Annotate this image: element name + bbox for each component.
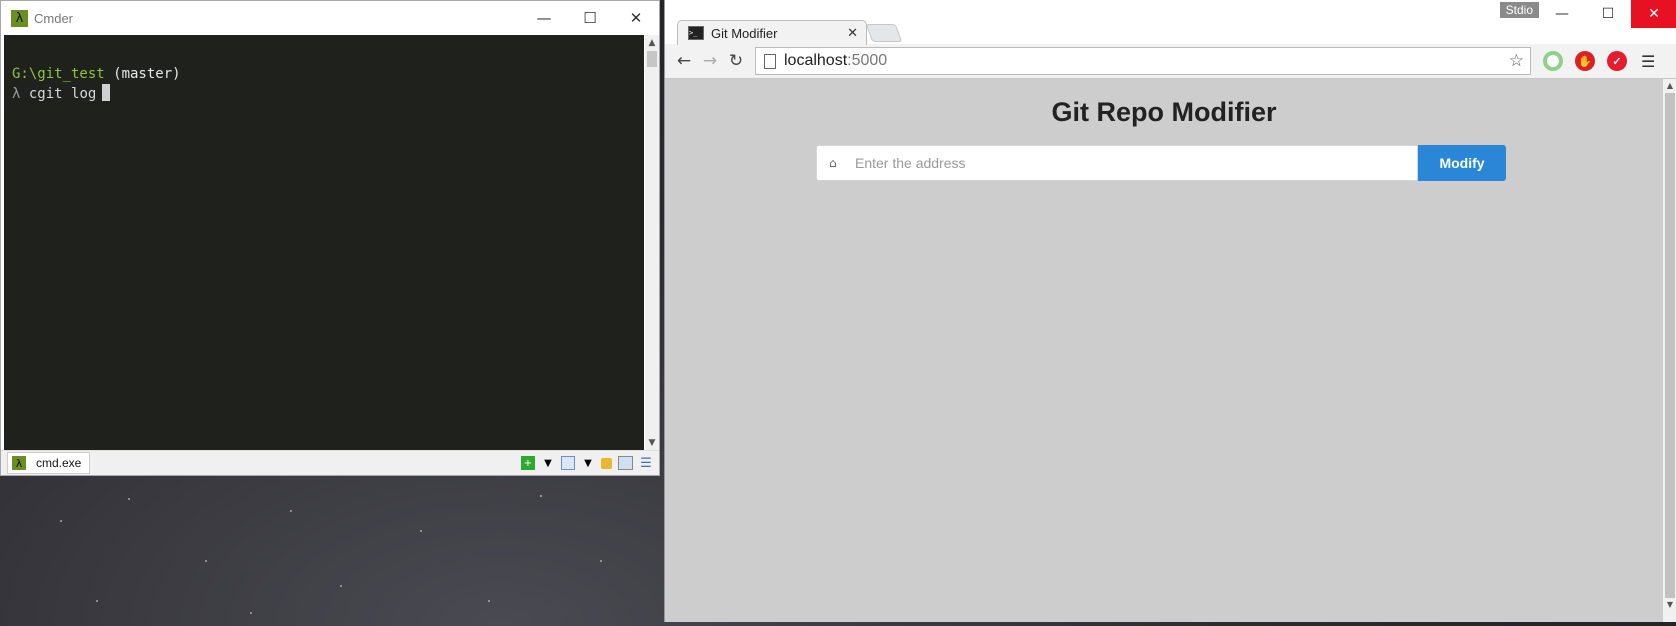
url-port: :5000 xyxy=(847,52,888,69)
terminal-output[interactable]: G:\git_test (master) λ cgit log xyxy=(4,35,644,451)
scrollbar-thumb[interactable] xyxy=(647,51,657,67)
adblock-extension-icon[interactable]: ✋ xyxy=(1575,51,1595,71)
profile-button[interactable]: Stdio xyxy=(1499,2,1539,18)
back-arrow-icon[interactable]: ← xyxy=(671,48,697,74)
menu-icon[interactable]: ☰ xyxy=(639,456,653,471)
layout-icon[interactable] xyxy=(618,456,633,470)
browser-tab-title: Git Modifier xyxy=(711,25,778,41)
scrollbar-thumb[interactable] xyxy=(1665,93,1675,598)
lambda-icon: λ xyxy=(11,9,28,27)
text-cursor xyxy=(102,84,111,101)
console-tab[interactable]: λ cmd.exe xyxy=(7,452,91,474)
minimize-button[interactable]: — xyxy=(521,1,567,35)
browser-window: >_ Git Modifier ✕ Stdio — ☐ ✕ ← → ↻ loca… xyxy=(664,0,1676,622)
cmder-title: Cmder xyxy=(34,10,74,26)
url-host: localhost xyxy=(784,52,848,69)
split-dropdown-icon[interactable]: ▼ xyxy=(581,456,595,470)
scroll-up-arrow-icon[interactable]: ▲ xyxy=(645,35,659,51)
browser-tab[interactable]: >_ Git Modifier ✕ xyxy=(677,20,867,45)
close-button[interactable]: ✕ xyxy=(1631,0,1676,28)
page-scrollbar[interactable]: ▲ ▼ xyxy=(1663,79,1676,622)
modify-form: ⌂ Modify xyxy=(816,145,1506,181)
todoist-extension-icon[interactable]: ✓ xyxy=(1607,51,1627,71)
scroll-down-arrow-icon[interactable]: ▼ xyxy=(1663,598,1676,612)
home-icon: ⌂ xyxy=(829,156,837,170)
prompt-line: G:\git_test (master) xyxy=(12,64,181,84)
console-tab-label: cmd.exe xyxy=(36,456,82,470)
page-title: Git Repo Modifier xyxy=(1051,97,1277,127)
maximize-button[interactable]: ☐ xyxy=(1585,0,1631,28)
cmder-titlebar[interactable]: λ Cmder — ☐ ✕ xyxy=(1,1,659,35)
modify-button[interactable]: Modify xyxy=(1418,145,1506,181)
cmder-statusbar: λ cmd.exe + ▼ ▼ ☰ xyxy=(1,450,659,475)
address-input[interactable] xyxy=(853,154,1377,172)
cmder-window: λ Cmder — ☐ ✕ G:\git_test (master) λ cgi… xyxy=(0,0,660,476)
scroll-down-arrow-icon[interactable]: ▼ xyxy=(645,435,659,451)
split-view-icon[interactable] xyxy=(561,456,575,470)
page-viewport: Git Repo Modifier ⌂ Modify xyxy=(665,79,1663,622)
reload-icon[interactable]: ↻ xyxy=(723,48,749,74)
browser-toolbar: ← → ↻ localhost:5000 ☆ ✋ ✓ ☰ xyxy=(665,44,1676,79)
terminal-favicon-icon: >_ xyxy=(688,26,704,40)
page-icon xyxy=(764,53,776,69)
terminal-scrollbar[interactable]: ▲ ▼ xyxy=(645,35,659,451)
new-console-icon[interactable]: + xyxy=(521,456,535,470)
lock-icon[interactable] xyxy=(601,457,612,469)
chrome-menu-icon[interactable]: ☰ xyxy=(1641,52,1655,71)
close-button[interactable]: ✕ xyxy=(613,1,659,35)
new-tab-button[interactable] xyxy=(865,24,903,42)
extension-green-icon[interactable] xyxy=(1543,51,1563,71)
tab-strip: >_ Git Modifier ✕ Stdio — ☐ ✕ xyxy=(665,0,1676,45)
lambda-icon: λ xyxy=(12,456,26,470)
command-line: λ cgit log xyxy=(12,84,111,104)
address-input-group[interactable]: ⌂ xyxy=(816,145,1418,181)
command-text: cgit log xyxy=(20,86,97,102)
bookmark-star-icon[interactable]: ☆ xyxy=(1509,51,1524,71)
forward-arrow-icon[interactable]: → xyxy=(697,48,723,74)
prompt-path: G:\git_test xyxy=(12,66,105,82)
new-console-dropdown-icon[interactable]: ▼ xyxy=(541,456,555,470)
minimize-button[interactable]: — xyxy=(1539,0,1585,28)
tab-close-icon[interactable]: ✕ xyxy=(847,26,858,41)
scroll-up-arrow-icon[interactable]: ▲ xyxy=(1663,79,1676,93)
address-bar[interactable]: localhost:5000 ☆ xyxy=(755,47,1531,75)
maximize-button[interactable]: ☐ xyxy=(567,1,613,35)
prompt-branch: (master) xyxy=(104,66,181,82)
url-text[interactable]: localhost:5000 xyxy=(784,52,887,70)
